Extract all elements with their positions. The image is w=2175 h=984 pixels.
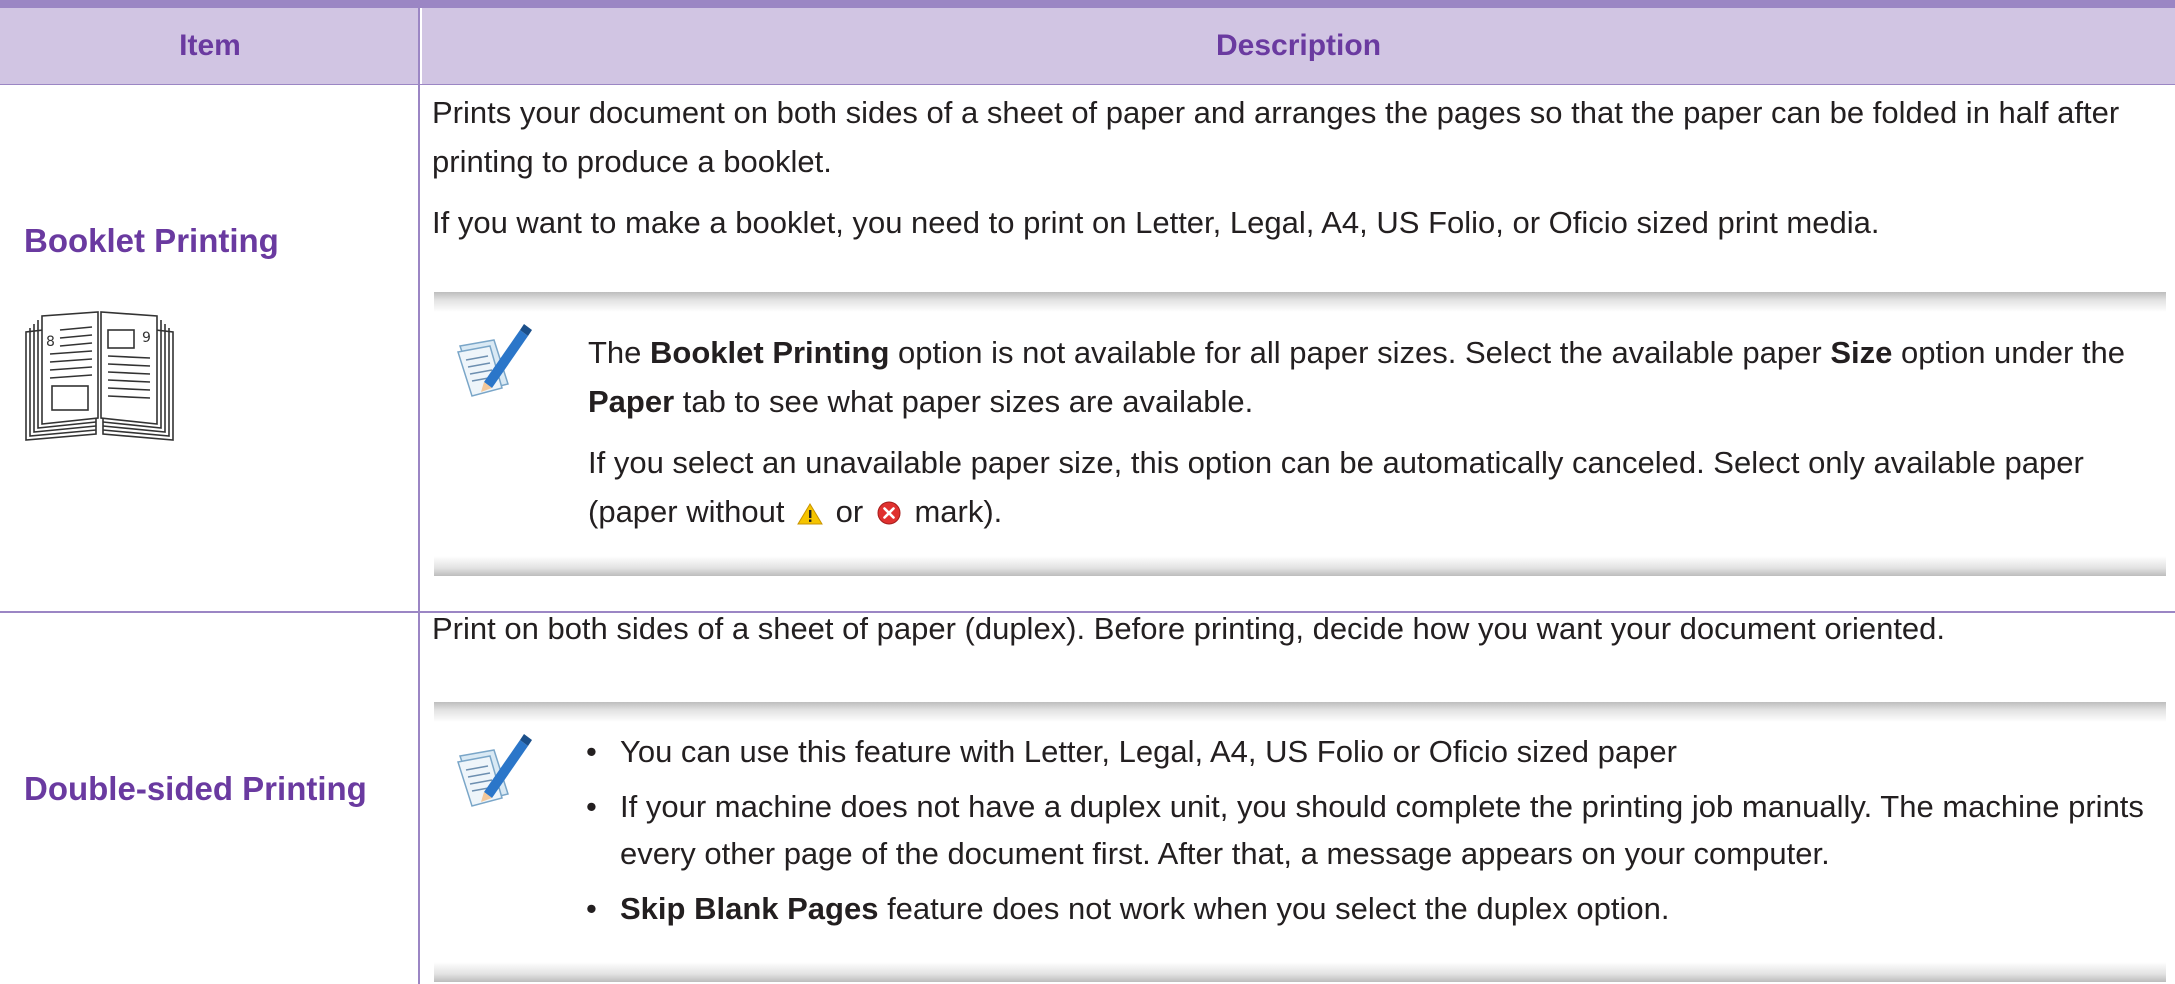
error-icon: [876, 491, 902, 540]
booklet-description-para1: Prints your document on both sides of a …: [432, 95, 2120, 179]
size-term: Size: [1830, 335, 1893, 370]
note-top-shade: [434, 292, 2166, 312]
booklet-page-number-left: 8: [46, 334, 55, 350]
booklet-icon: 8 9: [22, 308, 177, 446]
list-item: • You can use this feature with Letter, L…: [586, 734, 1677, 769]
header-description-cell: Description: [422, 8, 2175, 84]
warning-icon: [797, 491, 823, 540]
booklet-printing-term: Booklet Printing: [650, 335, 890, 370]
booklet-description-para2: If you want to make a booklet, you need …: [432, 205, 1880, 240]
list-item: • Skip Blank Pages feature does not work …: [586, 891, 1670, 926]
booklet-page-number-right: 9: [142, 330, 151, 346]
column-divider: [418, 8, 420, 984]
note-top-shade: [434, 702, 2166, 722]
note-bottom-shade: [434, 962, 2166, 982]
note-bottom-shade: [434, 556, 2166, 576]
table-top-rule: [0, 0, 2175, 8]
header-item-label: Item: [179, 29, 241, 62]
header-item-cell: Item: [0, 8, 420, 84]
row-item-double-sided-printing: Double-sided Printing: [24, 770, 367, 807]
skip-blank-pages-term: Skip Blank Pages: [620, 891, 879, 926]
header-description-label: Description: [1215, 29, 1382, 62]
header-bottom-rule: [0, 84, 2175, 85]
double-sided-description-para1: Print on both sides of a sheet of paper …: [432, 611, 1946, 646]
note-pencil-icon: [454, 732, 532, 810]
note-pencil-icon: [454, 322, 532, 400]
booklet-note-para2: If you select an unavailable paper size,…: [588, 438, 2164, 540]
list-item: • If your machine does not have a duplex …: [586, 789, 2144, 871]
paper-term: Paper: [588, 384, 675, 419]
booklet-note-para1: The Booklet Printing option is not avail…: [588, 335, 2126, 419]
double-sided-note-list: • You can use this feature with Letter, L…: [584, 728, 2168, 932]
row-item-booklet-printing: Booklet Printing: [24, 222, 279, 259]
feature-table: Item Description Booklet Printing 8 9 Pr…: [0, 0, 2175, 984]
